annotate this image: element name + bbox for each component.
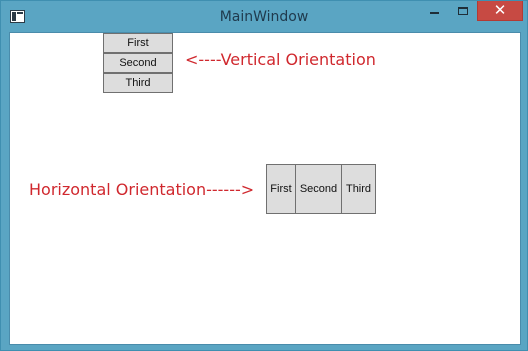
maximize-button[interactable] (449, 1, 477, 21)
vertical-second-button[interactable]: Second (103, 53, 173, 73)
minimize-icon (430, 12, 439, 14)
horizontal-first-button[interactable]: First (266, 164, 296, 214)
close-icon: ✕ (493, 1, 507, 19)
vertical-first-button[interactable]: First (103, 33, 173, 53)
minimize-button[interactable] (419, 1, 449, 21)
main-window: MainWindow ✕ First Second Third <----Ver… (0, 0, 528, 351)
vertical-third-button[interactable]: Third (103, 73, 173, 93)
horizontal-second-button[interactable]: Second (295, 164, 342, 214)
horizontal-third-button[interactable]: Third (341, 164, 376, 214)
horizontal-orientation-label: Horizontal Orientation------> (29, 180, 255, 199)
close-button[interactable]: ✕ (477, 1, 523, 21)
title-bar[interactable]: MainWindow ✕ (1, 1, 527, 33)
maximize-icon (458, 7, 468, 15)
vertical-orientation-label: <----Vertical Orientation (185, 50, 376, 69)
client-area: First Second Third <----Vertical Orienta… (9, 32, 521, 345)
